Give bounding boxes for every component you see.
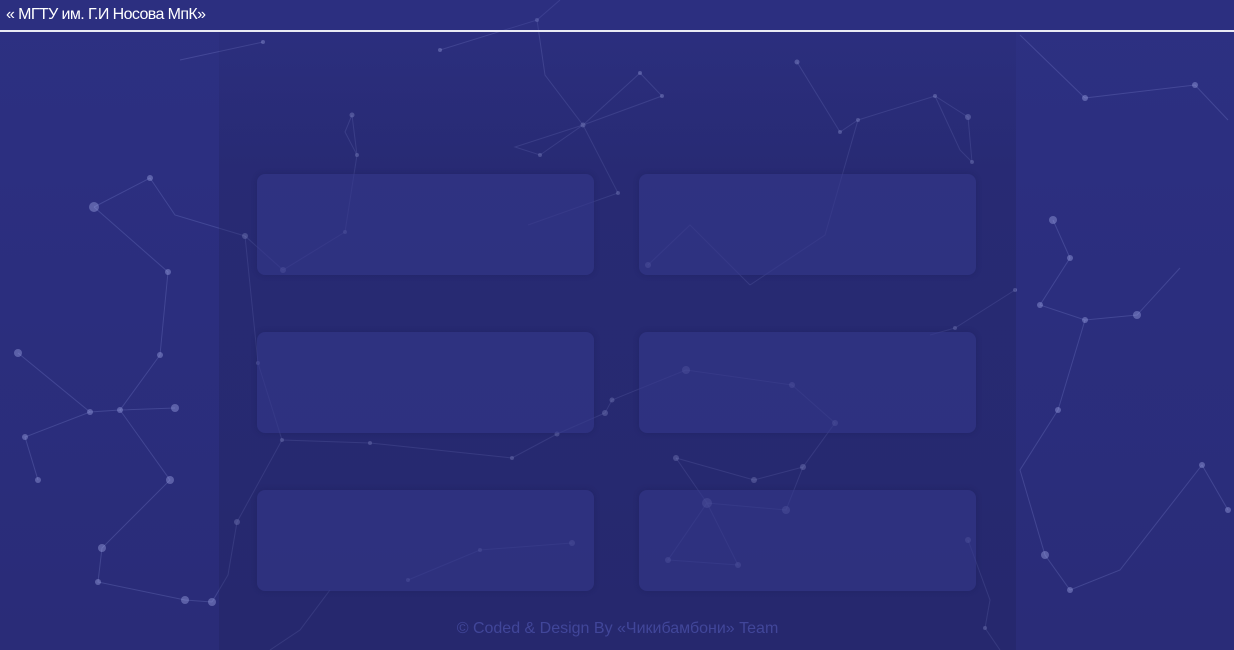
menu-card-3[interactable] bbox=[257, 332, 594, 433]
menu-card-4[interactable] bbox=[639, 332, 976, 433]
menu-card-1[interactable] bbox=[257, 174, 594, 275]
footer-credits: © Coded & Design By «Чикибамбони» Team bbox=[456, 620, 779, 637]
menu-card-5[interactable] bbox=[257, 490, 594, 591]
menu-card-6[interactable] bbox=[639, 490, 976, 591]
menu-card-2[interactable] bbox=[639, 174, 976, 275]
top-header-bar: « МГТУ им. Г.И Носова МпК» bbox=[0, 0, 1234, 32]
site-title[interactable]: « МГТУ им. Г.И Носова МпК» bbox=[6, 6, 206, 24]
